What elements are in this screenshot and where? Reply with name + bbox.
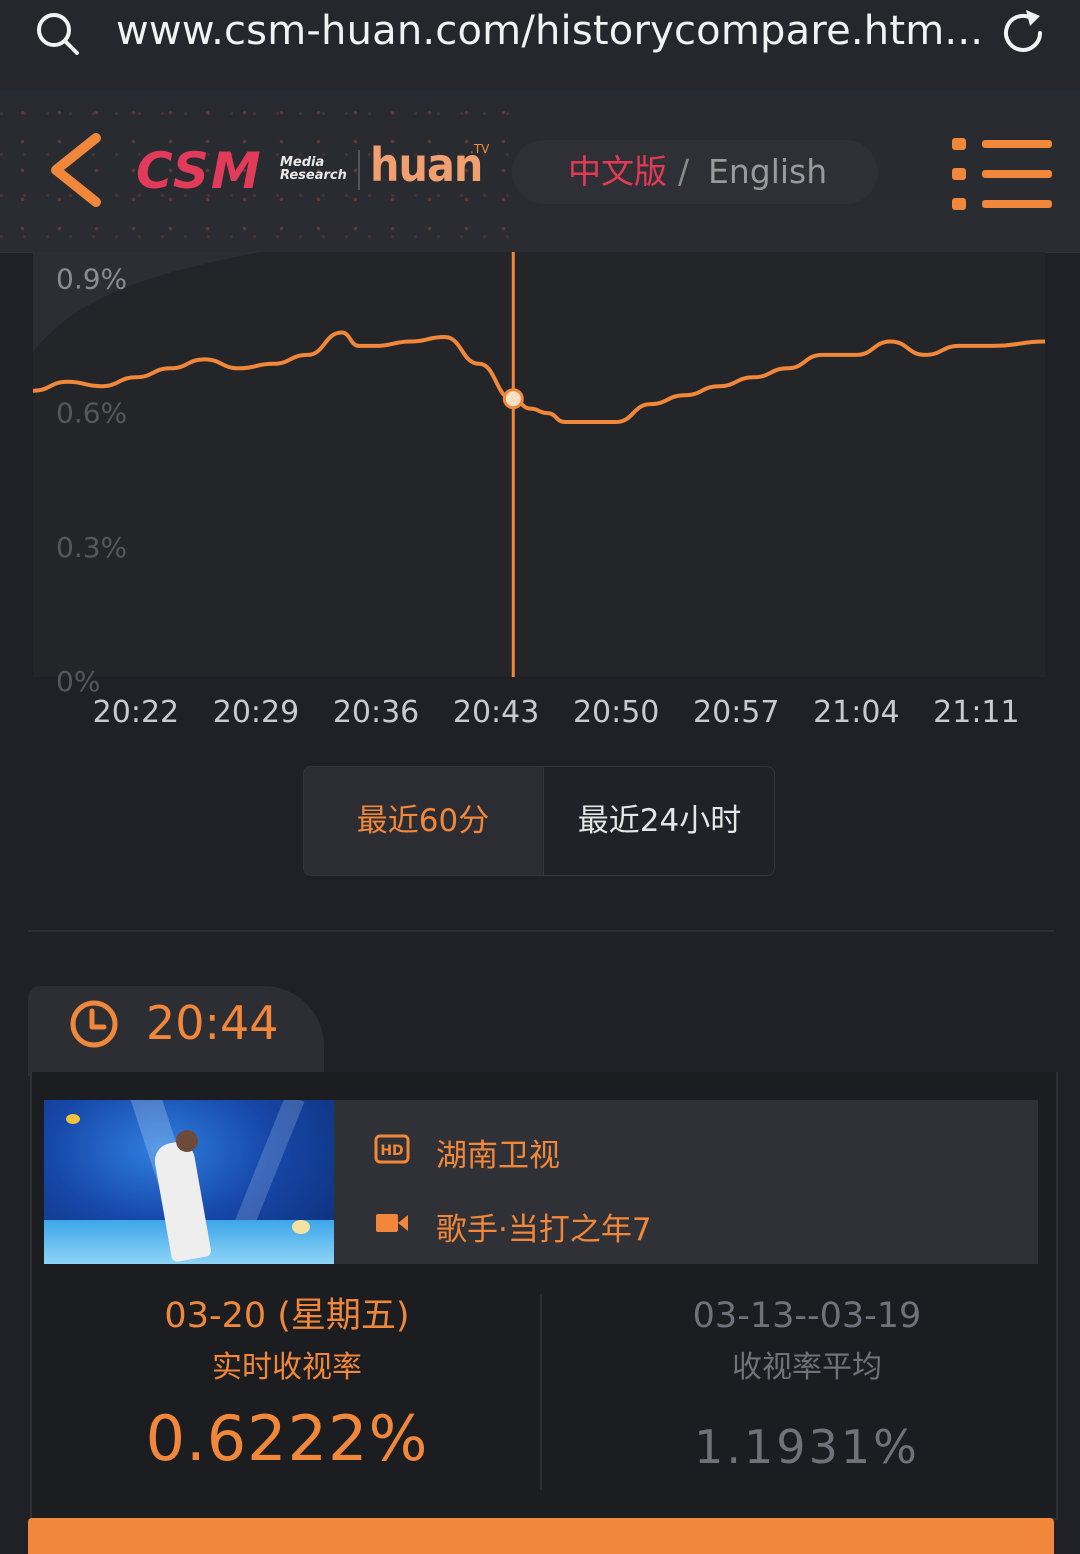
range-last-24-hours[interactable]: 最近24小时 <box>543 767 774 875</box>
average-label: 收视率平均 <box>732 1350 882 1385</box>
hd-channel-icon: HD <box>374 1134 410 1164</box>
x-tick-label: 20:43 <box>453 695 539 730</box>
csm-logo-subtitle-line2: Research <box>280 168 347 183</box>
huan-logo[interactable]: huan <box>370 138 483 192</box>
average-value: 1.1931% <box>694 1420 920 1474</box>
realtime-value: 0.6222% <box>145 1402 429 1475</box>
y-tick-label: 0% <box>56 665 100 698</box>
x-tick-label: 21:11 <box>933 695 1019 730</box>
clock-icon <box>70 1000 118 1048</box>
ratings-line-chart[interactable]: 0.9% 0.6% 0.3% 0% 20:22 20:29 20:36 20:43 20:50… <box>0 252 1080 742</box>
lang-chinese[interactable]: 中文版 <box>568 140 667 204</box>
realtime-rating-stat: 03-20 (星期五) 实时收视率 0.6222% <box>32 1294 542 1476</box>
logo-divider <box>358 150 360 190</box>
program-info[interactable]: HD 湖南卫视 歌手·当打之年7 <box>44 1100 1038 1264</box>
x-tick-label: 20:29 <box>213 695 299 730</box>
bottom-accent-bar <box>28 1518 1054 1554</box>
x-tick-label: 20:50 <box>573 695 659 730</box>
time-tab: 20:44 <box>28 986 324 1076</box>
time-range-toggle: 最近60分 最近24小时 <box>303 766 775 876</box>
channel-name: 湖南卫视 <box>436 1138 560 1174</box>
x-tick-label: 20:22 <box>93 695 179 730</box>
y-tick-label: 0.6% <box>56 397 127 430</box>
url-text[interactable]: www.csm-huan.com/historycompare.htm... <box>116 8 983 54</box>
language-switcher: 中文版 / English <box>512 140 878 204</box>
thumb-singer-head <box>176 1130 198 1152</box>
thumb-watermark <box>292 1220 310 1234</box>
realtime-date: 03-20 (星期五) <box>164 1296 410 1336</box>
plot-area <box>33 252 1045 677</box>
csm-logo-subtitle: Media Research <box>280 156 347 182</box>
realtime-label: 实时收视率 <box>212 1350 362 1385</box>
average-rating-stat: 03-13--03-19 收视率平均 1.1931% <box>558 1294 1056 1484</box>
section-divider <box>28 930 1054 932</box>
program-thumbnail[interactable] <box>44 1100 334 1264</box>
lang-english[interactable]: English <box>708 140 827 204</box>
video-camera-icon <box>376 1214 408 1232</box>
stat-divider <box>540 1294 542 1490</box>
huan-logo-tv: .TV <box>470 142 490 156</box>
cursor-point[interactable] <box>502 388 524 410</box>
range-last-60-min[interactable]: 最近60分 <box>304 767 542 875</box>
csm-logo[interactable]: CSM <box>136 142 263 200</box>
x-tick-label: 20:36 <box>333 695 419 730</box>
y-tick-label: 0.9% <box>56 262 127 295</box>
x-tick-label: 21:04 <box>813 695 899 730</box>
y-tick-label: 0.3% <box>56 531 127 564</box>
thumb-channel-logo <box>66 1114 80 1124</box>
average-date-range: 03-13--03-19 <box>692 1296 922 1336</box>
search-icon[interactable] <box>34 10 82 58</box>
chart-svg[interactable]: 0.9% 0.6% 0.3% 0% 20:22 20:29 20:36 20:43 20:50… <box>0 252 1080 742</box>
hd-channel-icon-label: HD <box>380 1143 403 1159</box>
selected-time: 20:44 <box>146 996 279 1050</box>
menu-list-icon[interactable] <box>952 138 1054 210</box>
lang-separator: / <box>678 152 690 191</box>
x-tick-label: 20:57 <box>693 695 779 730</box>
show-name: 歌手·当打之年7 <box>436 1212 652 1248</box>
site-header: CSM Media Research huan .TV 中文版 / Englis… <box>0 90 1080 253</box>
back-arrow-icon[interactable] <box>44 130 110 210</box>
program-card: HD 湖南卫视 歌手·当打之年7 03-20 (星期五) 实时收视率 0.622… <box>30 1072 1058 1520</box>
reload-icon[interactable] <box>996 6 1050 60</box>
browser-url-bar: www.csm-huan.com/historycompare.htm... <box>0 0 1080 90</box>
